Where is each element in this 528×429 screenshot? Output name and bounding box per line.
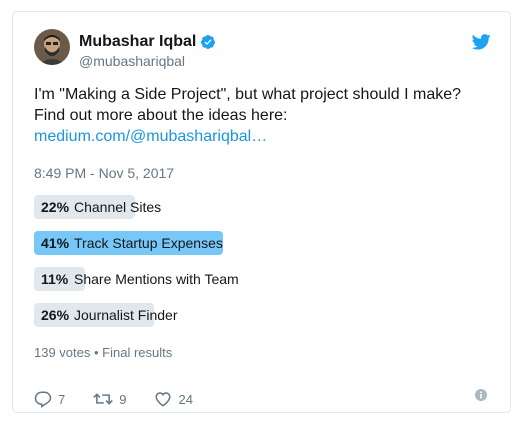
avatar[interactable] [34, 29, 70, 65]
retweet-count: 9 [119, 391, 127, 407]
poll-option-label: Journalist Finder [74, 307, 178, 323]
tweet-body: I'm "Making a Side Project", but what pr… [34, 86, 462, 124]
poll-option-percent: 26% [41, 307, 70, 323]
verified-icon [201, 35, 216, 49]
poll-option: 11% Share Mentions with Team [34, 267, 494, 291]
poll-option-label: Channel Sites [74, 199, 162, 215]
poll-option: 41% Track Startup Expenses [34, 231, 494, 255]
retweet-button[interactable]: 9 [93, 390, 126, 408]
reply-button[interactable]: 7 [34, 390, 65, 408]
tweet-card: Mubashar Iqbal @mubashariqbal I'm "Makin… [12, 11, 511, 413]
like-count: 24 [178, 391, 193, 407]
user-handle[interactable]: @mubashariqbal [79, 53, 185, 69]
poll-option: 26% Journalist Finder [34, 303, 494, 327]
tweet-link[interactable]: medium.com/@mubashariqbal… [34, 128, 267, 145]
poll-option-percent: 41% [41, 235, 70, 251]
retweet-icon [93, 393, 114, 405]
poll-option-label: Track Startup Expenses [74, 235, 223, 251]
timestamp[interactable]: 8:49 PM - Nov 5, 2017 [34, 165, 174, 181]
poll-option-label: Share Mentions with Team [74, 271, 239, 287]
tweet-text: I'm "Making a Side Project", but what pr… [34, 84, 494, 147]
poll-option: 22% Channel Sites [34, 195, 494, 219]
twitter-bird-icon[interactable] [472, 34, 491, 50]
like-button[interactable]: 24 [154, 390, 193, 408]
info-icon[interactable] [474, 388, 488, 402]
poll-summary: 139 votes • Final results [34, 345, 173, 360]
reply-count: 7 [58, 391, 66, 407]
reply-icon [34, 391, 52, 408]
poll-option-percent: 22% [41, 199, 70, 215]
display-name[interactable]: Mubashar Iqbal [79, 33, 196, 51]
action-bar: 7 9 24 [34, 390, 221, 408]
poll-option-percent: 11% [41, 271, 69, 287]
like-icon [155, 392, 171, 407]
poll: 22% Channel Sites 41% Track Startup Expense… [34, 195, 494, 339]
